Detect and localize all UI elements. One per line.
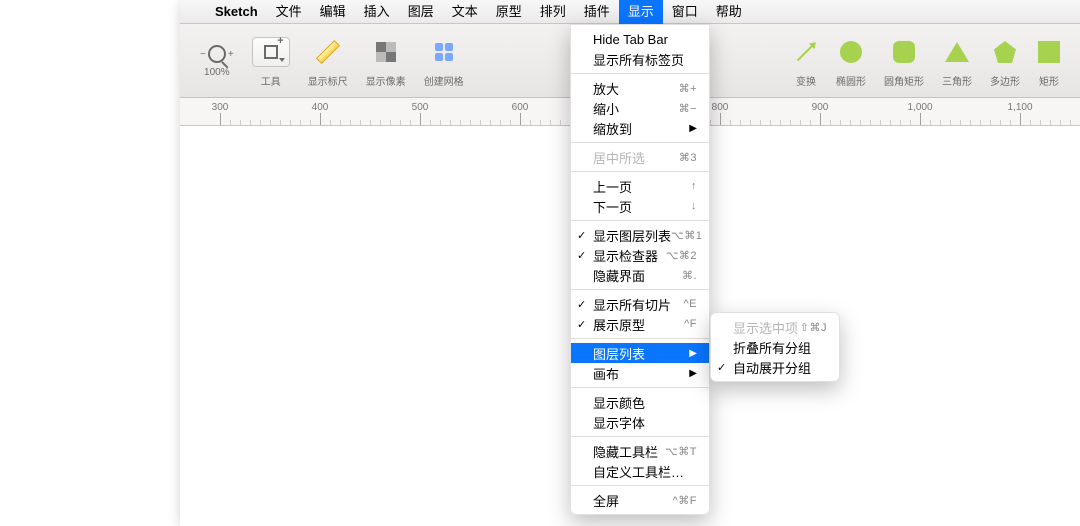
menu-item-显示所有标签页[interactable]: 显示所有标签页 <box>571 49 709 69</box>
menu-item-Hide Tab Bar[interactable]: Hide Tab Bar <box>571 29 709 49</box>
menu-item-放大[interactable]: 放大⌘+ <box>571 78 709 98</box>
tool-insert-label: 工具 <box>261 73 281 88</box>
menu-item-显示检查器[interactable]: ✓显示检查器⌥⌘2 <box>571 245 709 265</box>
menu-item-图层列表[interactable]: 图层列表▶ <box>571 343 709 363</box>
menu-item-居中所选: 居中所选⌘3 <box>571 147 709 167</box>
shape-transform[interactable]: 变换 <box>794 35 818 88</box>
tool-show-pixels[interactable]: 显示像素 <box>366 35 406 88</box>
menu-item-缩小[interactable]: 缩小⌘− <box>571 98 709 118</box>
menu-item-显示所有切片[interactable]: ✓显示所有切片^E <box>571 294 709 314</box>
shape-transform-label: 变换 <box>796 73 816 88</box>
tool-insert[interactable]: 工具 <box>252 35 290 88</box>
zoom-minus[interactable]: − <box>200 49 206 60</box>
menu-插入[interactable]: 插入 <box>355 0 399 24</box>
menu-item-展示原型[interactable]: ✓展示原型^F <box>571 314 709 334</box>
menu-编辑[interactable]: 编辑 <box>311 0 355 24</box>
menu-item-显示颜色[interactable]: 显示颜色 <box>571 392 709 412</box>
rounded-rect-icon <box>893 41 915 63</box>
submenu-item-显示选中项: 显示选中项⇧⌘J <box>711 317 839 337</box>
tool-create-grid[interactable]: 创建网格 <box>424 35 464 88</box>
menu-item-显示图层列表[interactable]: ✓显示图层列表⌥⌘1 <box>571 225 709 245</box>
shape-round-label: 圆角矩形 <box>884 73 924 88</box>
menu-item-画布[interactable]: 画布▶ <box>571 363 709 383</box>
tool-grid-label: 创建网格 <box>424 73 464 88</box>
layer-list-submenu: 显示选中项⇧⌘J折叠所有分组✓自动展开分组 <box>710 312 840 382</box>
submenu-item-自动展开分组[interactable]: ✓自动展开分组 <box>711 357 839 377</box>
menu-显示[interactable]: 显示 <box>619 0 663 24</box>
menu-原型[interactable]: 原型 <box>487 0 531 24</box>
ruler-icon <box>316 40 340 64</box>
triangle-icon <box>945 42 969 62</box>
submenu-item-折叠所有分组[interactable]: 折叠所有分组 <box>711 337 839 357</box>
view-menu-dropdown: Hide Tab Bar显示所有标签页放大⌘+缩小⌘−缩放到▶ 居中所选⌘3 上一页… <box>570 24 710 515</box>
insert-icon <box>264 45 278 59</box>
shape-rectangle[interactable]: 矩形 <box>1038 35 1060 88</box>
shape-polygon[interactable]: 多边形 <box>990 35 1020 88</box>
menu-item-隐藏工具栏[interactable]: 隐藏工具栏⌥⌘T <box>571 441 709 461</box>
menu-帮助[interactable]: 帮助 <box>707 0 751 24</box>
shape-poly-label: 多边形 <box>990 73 1020 88</box>
shape-triangle[interactable]: 三角形 <box>942 35 972 88</box>
menu-图层[interactable]: 图层 <box>399 0 443 24</box>
menu-item-全屏[interactable]: 全屏^⌘F <box>571 490 709 510</box>
menu-排列[interactable]: 排列 <box>531 0 575 24</box>
menu-item-下一页[interactable]: 下一页↓ <box>571 196 709 216</box>
menu-item-自定义工具栏…[interactable]: 自定义工具栏… <box>571 461 709 481</box>
menu-文本[interactable]: 文本 <box>443 0 487 24</box>
shape-oval[interactable]: 椭圆形 <box>836 35 866 88</box>
pixels-icon <box>376 42 396 62</box>
tool-pixels-label: 显示像素 <box>366 73 406 88</box>
menu-item-缩放到[interactable]: 缩放到▶ <box>571 118 709 138</box>
arrow-icon <box>797 43 815 61</box>
menu-item-上一页[interactable]: 上一页↑ <box>571 176 709 196</box>
shape-rounded[interactable]: 圆角矩形 <box>884 35 924 88</box>
app-window: Sketch 文件编辑插入图层文本原型排列插件显示窗口帮助 − + 100% 工… <box>180 0 1080 526</box>
menu-插件[interactable]: 插件 <box>575 0 619 24</box>
zoom-control[interactable]: − + 100% <box>200 45 234 78</box>
tool-ruler-label: 显示标尺 <box>308 73 348 88</box>
magnifier-icon <box>208 45 226 63</box>
menu-item-显示字体[interactable]: 显示字体 <box>571 412 709 432</box>
menu-app-name[interactable]: Sketch <box>206 0 267 24</box>
tool-show-rulers[interactable]: 显示标尺 <box>308 35 348 88</box>
zoom-plus[interactable]: + <box>228 49 234 60</box>
rectangle-icon <box>1038 41 1060 63</box>
menu-窗口[interactable]: 窗口 <box>663 0 707 24</box>
polygon-icon <box>994 41 1016 63</box>
grid-icon <box>435 43 453 61</box>
zoom-value: 100% <box>204 67 230 78</box>
shape-rect-label: 矩形 <box>1039 73 1059 88</box>
oval-icon <box>840 41 862 63</box>
menu-文件[interactable]: 文件 <box>267 0 311 24</box>
menu-bar: Sketch 文件编辑插入图层文本原型排列插件显示窗口帮助 <box>180 0 1080 24</box>
shape-oval-label: 椭圆形 <box>836 73 866 88</box>
shape-tri-label: 三角形 <box>942 73 972 88</box>
menu-item-隐藏界面[interactable]: 隐藏界面⌘. <box>571 265 709 285</box>
